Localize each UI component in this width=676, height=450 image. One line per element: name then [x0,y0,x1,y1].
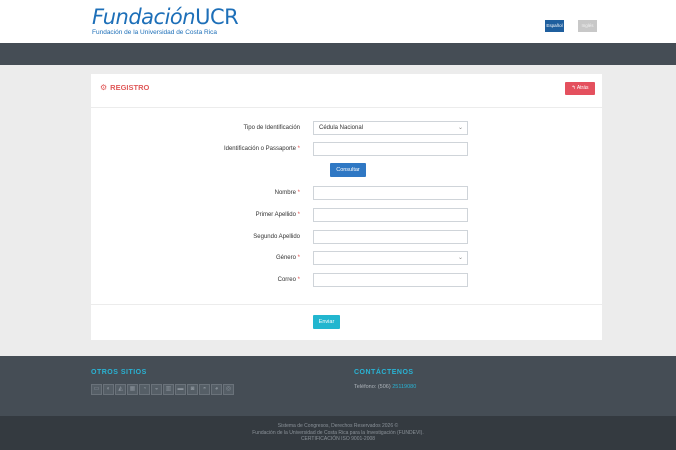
card-header: ⚙ REGISTRO ↰ Atrás [91,74,602,108]
gear-icon: ⚙ [100,83,108,92]
nombre-label: Nombre * [274,190,300,196]
card-title: ⚙ REGISTRO [100,83,150,92]
primer-apellido-label: Primer Apellido * [255,212,300,218]
fundacion-ucr-logo[interactable]: FundaciónUCR Fundación de la Universidad… [92,5,239,36]
partner-site-icon[interactable]: ◓ [199,384,210,395]
partner-site-icon[interactable]: ◙ [187,384,198,395]
correo-label: Correo * [277,277,300,283]
language-english-button[interactable]: Inglés [578,20,597,32]
partner-site-icon[interactable]: ◔ [139,384,150,395]
chevron-down-icon: ⌄ [457,255,463,261]
partner-site-icon[interactable]: ▥ [163,384,174,395]
otros-sitios-heading: OTROS SITIOS [91,369,147,376]
primer-apellido-row: Primer Apellido * [91,208,602,222]
primer-apellido-input[interactable] [313,208,468,222]
language-spanish-button[interactable]: Español [545,20,564,32]
genero-select[interactable]: ⌄ [313,251,468,265]
phone-number-link[interactable]: 25119080 [392,384,416,390]
partner-site-icon[interactable]: ▭ [91,384,102,395]
navigation-bar [0,43,676,65]
logo-wordmark: FundaciónUCR [92,5,239,29]
contact-phone: Teléfono: (506) 25119080 [354,384,417,390]
correo-row: Correo * [91,273,602,287]
logo-subtitle: Fundación de la Universidad de Costa Ric… [92,29,218,36]
identificacion-input[interactable] [313,142,468,156]
copyright-bar: Sistema de Congresos, Derechos Reservado… [0,416,676,450]
partner-sites-icons: ▭ ◐ ◭ ▦ ◔ ◒ ▥ ▬ ◙ ◓ ◕ ◎ [91,384,234,395]
certification-line: CERTIFICACIÓN ISO 9001-2008 [300,436,376,442]
partner-site-icon[interactable]: ◭ [115,384,126,395]
back-arrow-icon: ↰ [571,85,576,91]
identificacion-label: Identificación o Passaporte * [223,146,300,152]
partner-site-icon[interactable]: ◎ [223,384,234,395]
partner-site-icon[interactable]: ▦ [127,384,138,395]
identificacion-row: Identificación o Passaporte * [91,142,602,156]
partner-site-icon[interactable]: ◒ [151,384,162,395]
partner-site-icon[interactable]: ◐ [103,384,114,395]
registro-card: ⚙ REGISTRO ↰ Atrás Tipo de Identificació… [91,74,602,340]
genero-row: Género * ⌄ [91,251,602,265]
required-marker: * [297,255,300,261]
site-header: FundaciónUCR Fundación de la Universidad… [0,0,676,43]
contactenos-heading: CONTÁCTENOS [354,369,414,376]
required-marker: * [297,212,300,218]
required-marker: * [297,190,300,196]
nombre-input[interactable] [313,186,468,200]
consultar-button[interactable]: Consultar [330,163,366,177]
segundo-apellido-row: Segundo Apellido [91,230,602,244]
enviar-button[interactable]: Enviar [313,315,340,329]
segundo-apellido-label: Segundo Apellido [253,234,300,240]
partner-site-icon[interactable]: ◕ [211,384,222,395]
segundo-apellido-input[interactable] [313,230,468,244]
card-footer-divider [91,304,602,305]
back-button[interactable]: ↰ Atrás [565,82,595,95]
genero-label: Género * [275,255,300,261]
nombre-row: Nombre * [91,186,602,200]
site-footer: OTROS SITIOS ▭ ◐ ◭ ▦ ◔ ◒ ▥ ▬ ◙ ◓ ◕ ◎ CON… [0,356,676,416]
tipo-identificacion-row: Tipo de Identificación Cédula Nacional ⌄ [91,121,602,135]
correo-input[interactable] [313,273,468,287]
tipo-identificacion-select[interactable]: Cédula Nacional ⌄ [313,121,468,135]
required-marker: * [297,277,300,283]
chevron-down-icon: ⌄ [457,125,463,131]
partner-site-icon[interactable]: ▬ [175,384,186,395]
tipo-identificacion-label: Tipo de Identificación [243,125,300,131]
required-marker: * [297,146,300,152]
